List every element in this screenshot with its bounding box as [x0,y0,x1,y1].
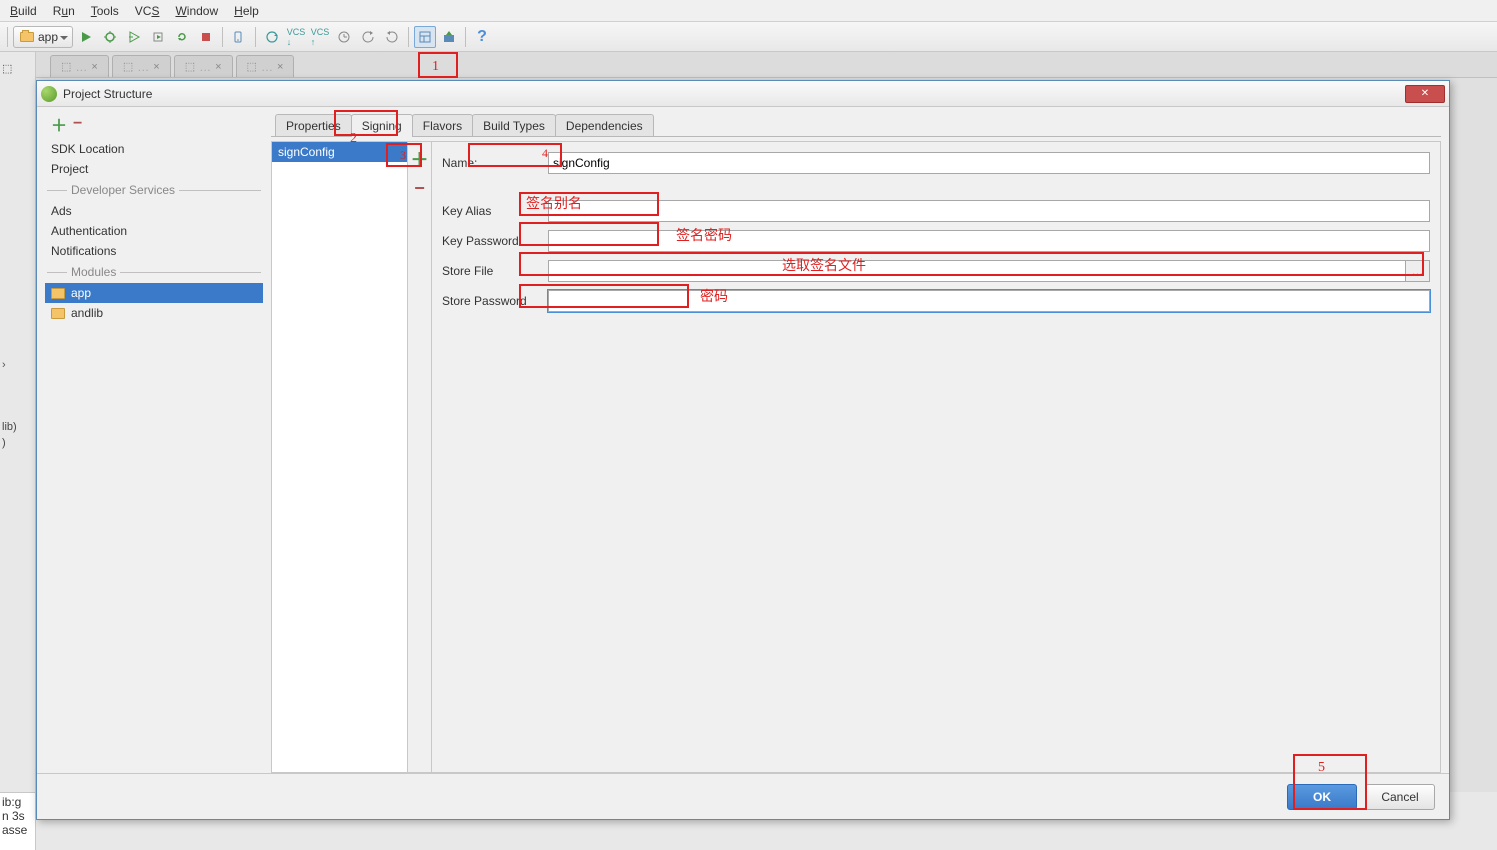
left-gutter: ⬚ › lib) ) [0,52,36,792]
folder-icon [51,288,65,299]
debug-icon[interactable] [99,26,121,48]
dialog-title: Project Structure [63,87,1405,101]
editor-tab[interactable]: ⬚ … × [112,55,171,77]
run-config-combo[interactable]: app [13,26,73,48]
store-file-input[interactable] [548,260,1406,282]
project-structure-dialog: Project Structure ✕ ＋ − SDK Location Pro… [36,80,1450,820]
name-input[interactable] [548,152,1430,174]
menu-build[interactable]: BBuilduild [4,2,43,20]
run-icon[interactable] [75,26,97,48]
nav-authentication[interactable]: Authentication [45,221,263,241]
attach-icon[interactable] [147,26,169,48]
sdk-manager-icon[interactable] [438,26,460,48]
toolbar: app VCS↓ VCS↑ ? [0,22,1497,52]
left-nav: ＋ − SDK Location Project Developer Servi… [45,113,263,773]
tab-flavors[interactable]: Flavors [412,114,473,136]
folder-icon [20,32,34,42]
tab-signing[interactable]: Signing [351,114,413,136]
menu-tools[interactable]: Tools [85,2,125,20]
titlebar: Project Structure ✕ [37,81,1449,107]
add-config-button[interactable]: ＋ [411,146,429,172]
nav-ads[interactable]: Ads [45,201,263,221]
console-fragment: ib:g n 3s asse [0,792,36,850]
redo-icon[interactable] [381,26,403,48]
menu-window[interactable]: Window [169,2,224,20]
nav-section-dev-services: Developer Services [45,179,263,201]
cancel-button[interactable]: Cancel [1365,784,1435,810]
sync-icon[interactable] [261,26,283,48]
history-icon[interactable] [333,26,355,48]
vcs-update-icon[interactable]: VCS↓ [285,26,307,48]
app-icon [41,86,57,102]
tabs: Properties Signing Flavors Build Types D… [271,113,1441,137]
module-andlib[interactable]: andlib [45,303,263,323]
revert-icon[interactable] [357,26,379,48]
key-alias-label: Key Alias [442,204,538,218]
editor-tab[interactable]: ⬚ … × [50,55,109,77]
key-alias-input[interactable] [548,200,1430,222]
store-password-input[interactable] [548,290,1430,312]
key-password-label: Key Password [442,234,538,248]
add-button[interactable]: ＋ [51,112,67,136]
key-password-input[interactable] [548,230,1430,252]
nav-sdk-location[interactable]: SDK Location [45,139,263,159]
close-button[interactable]: ✕ [1405,85,1445,103]
store-file-label: Store File [442,264,538,278]
editor-tab[interactable]: ⬚ … × [236,55,295,77]
run-arrow-icon[interactable] [123,26,145,48]
signing-config-list: signConfig [272,142,408,772]
store-password-label: Store Password [442,294,538,308]
remove-config-button[interactable]: − [414,178,425,199]
tab-dependencies[interactable]: Dependencies [555,114,654,136]
signing-form: Name: Key Alias Key Password Store File [432,142,1440,772]
remove-button[interactable]: − [73,115,82,133]
browse-button[interactable]: … [1406,260,1430,282]
editor-tab[interactable]: ⬚ … × [174,55,233,77]
run-config-label: app [38,30,58,44]
vcs-commit-icon[interactable]: VCS↑ [309,26,331,48]
module-app[interactable]: app [45,283,263,303]
nav-notifications[interactable]: Notifications [45,241,263,261]
avd-icon[interactable] [228,26,250,48]
help-icon[interactable]: ? [471,26,493,48]
project-structure-icon[interactable] [414,26,436,48]
tab-properties[interactable]: Properties [275,114,352,136]
name-label: Name: [442,156,538,170]
menu-help[interactable]: Help [228,2,265,20]
module-config: Properties Signing Flavors Build Types D… [271,113,1441,773]
dialog-footer: OK Cancel [37,773,1449,819]
menubar: BBuilduild Run Tools VCS Window Help [0,0,1497,22]
menu-run[interactable]: Run [47,2,81,20]
tab-build-types[interactable]: Build Types [472,114,556,136]
config-item[interactable]: signConfig [272,142,407,162]
ok-button[interactable]: OK [1287,784,1357,810]
nav-project[interactable]: Project [45,159,263,179]
stop-icon[interactable] [195,26,217,48]
nav-section-modules: Modules [45,261,263,283]
rerun-icon[interactable] [171,26,193,48]
folder-icon [51,308,65,319]
menu-vcs[interactable]: VCS [129,2,166,20]
